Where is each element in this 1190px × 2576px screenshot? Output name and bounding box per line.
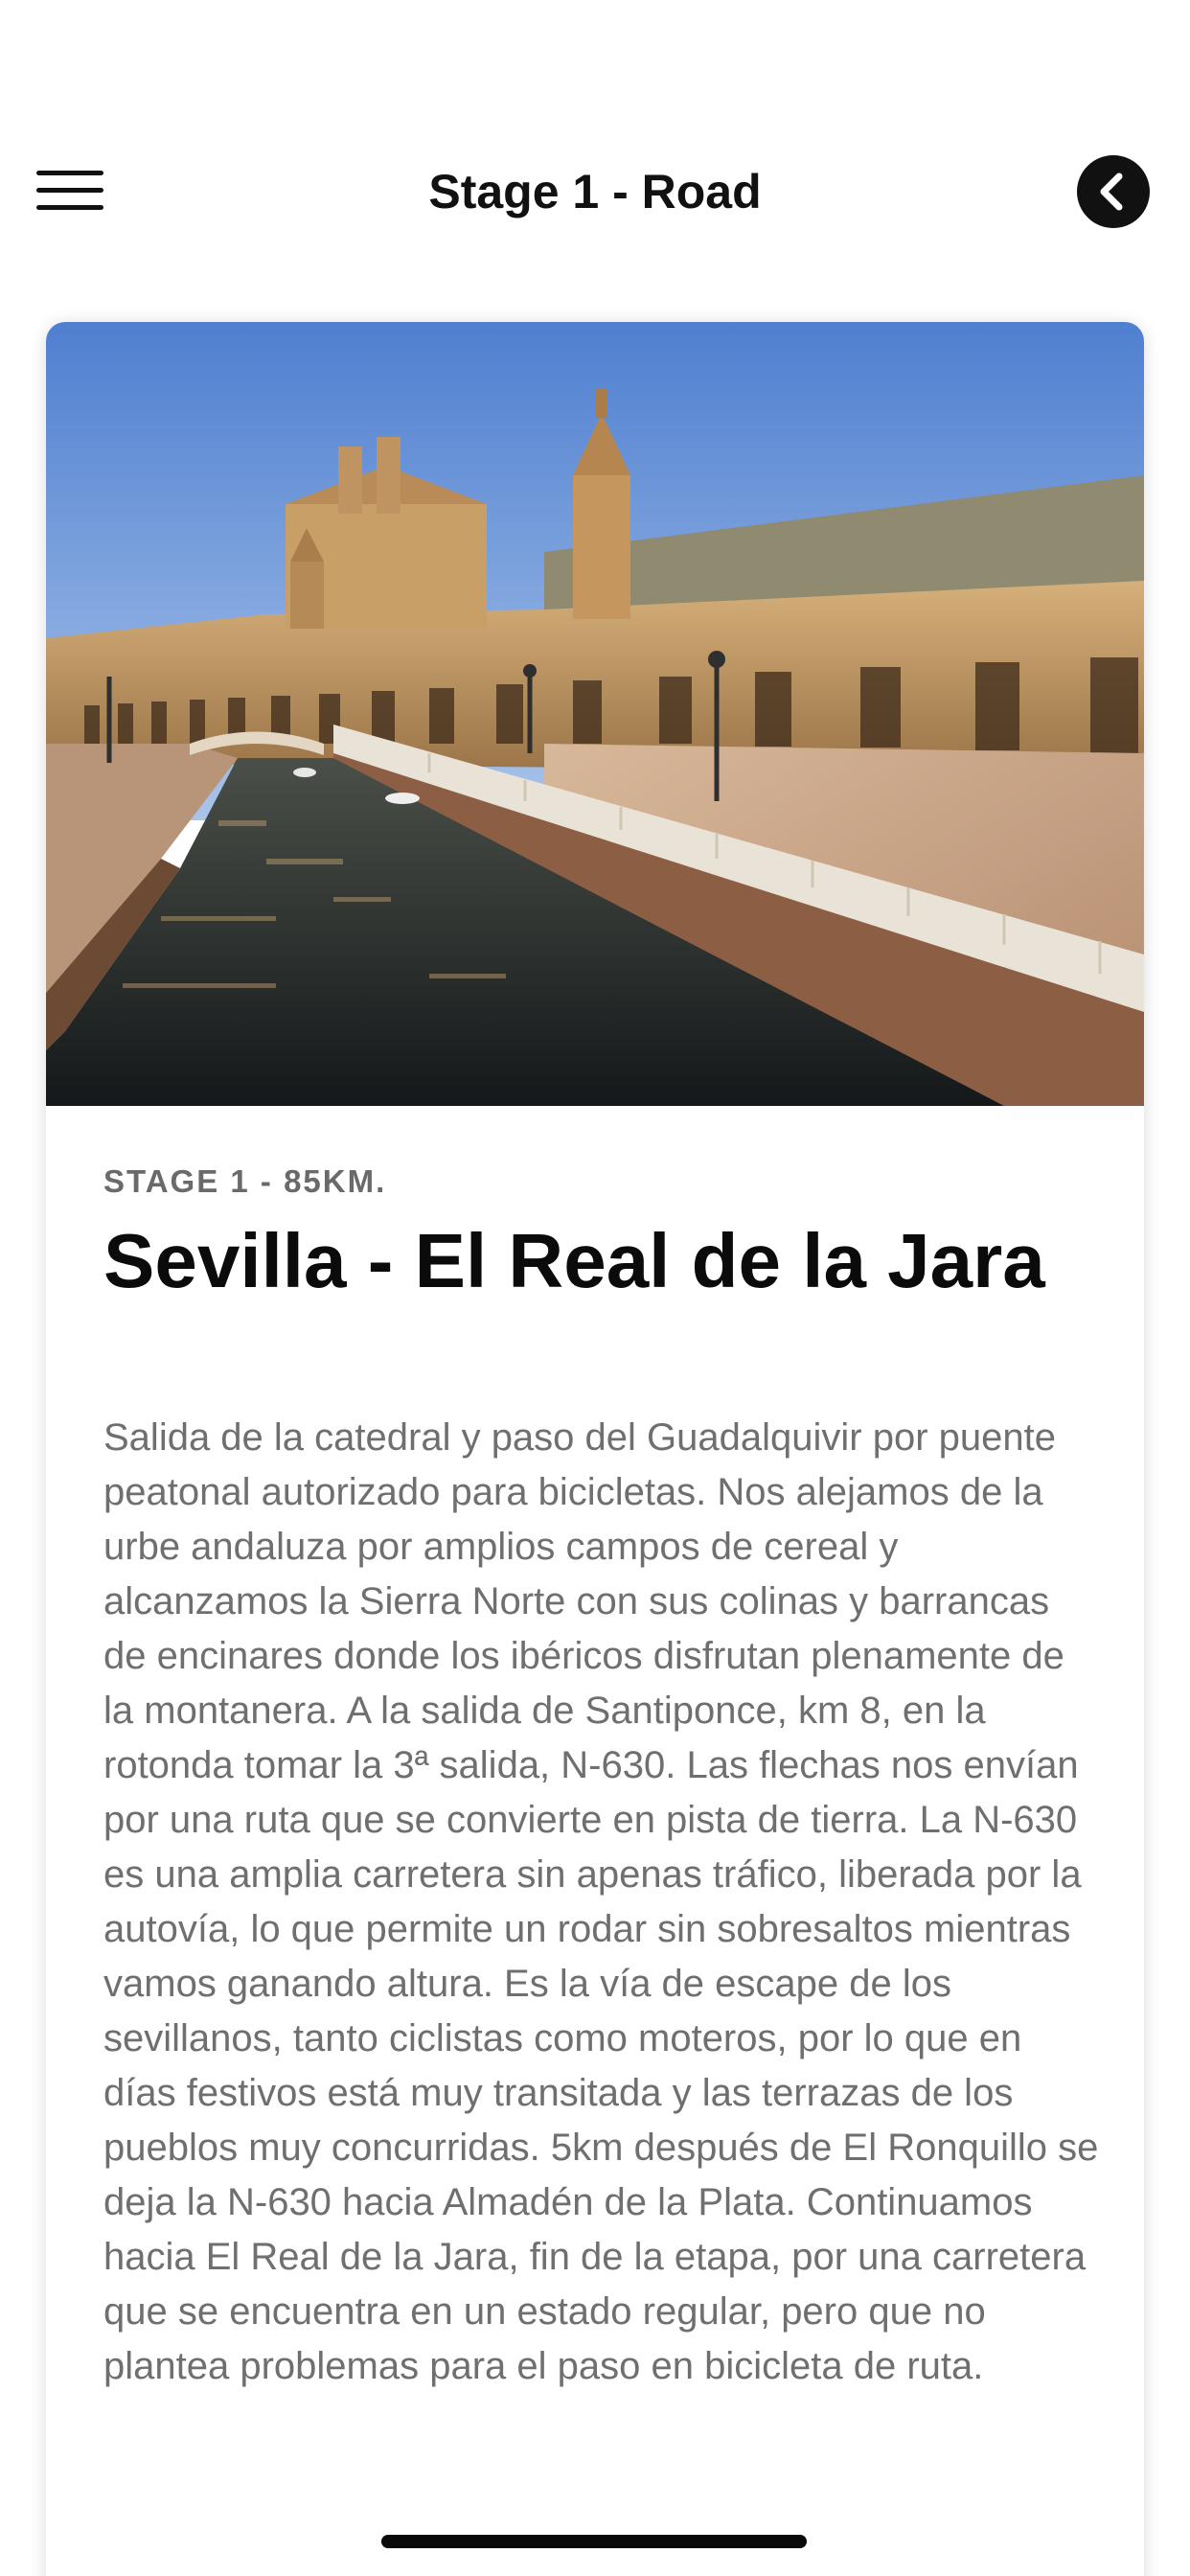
back-button[interactable] [1077,155,1150,228]
menu-bar [36,205,103,210]
hamburger-menu-icon[interactable] [36,169,105,215]
home-indicator[interactable] [381,2535,807,2548]
page-title: Stage 1 - Road [428,165,762,218]
stage-detail-screen: Stage 1 - Road STAGE 1 - 85KM. Sevilla -… [0,0,1190,2576]
navigation-header: Stage 1 - Road [0,134,1190,249]
menu-bar [36,188,103,193]
stage-card: STAGE 1 - 85KM. Sevilla - El Real de la … [46,322,1144,2576]
stage-title: Sevilla - El Real de la Jara [103,1218,1045,1303]
menu-bar [36,171,103,175]
stage-description: Salida de la catedral y paso del Guadalq… [103,1416,1099,2387]
stage-distance-label: STAGE 1 - 85KM. [103,1163,387,1199]
chevron-left-icon [1100,172,1123,211]
stage-hero-image [46,322,1144,1106]
sevilla-plaza-photo [46,322,1144,1106]
